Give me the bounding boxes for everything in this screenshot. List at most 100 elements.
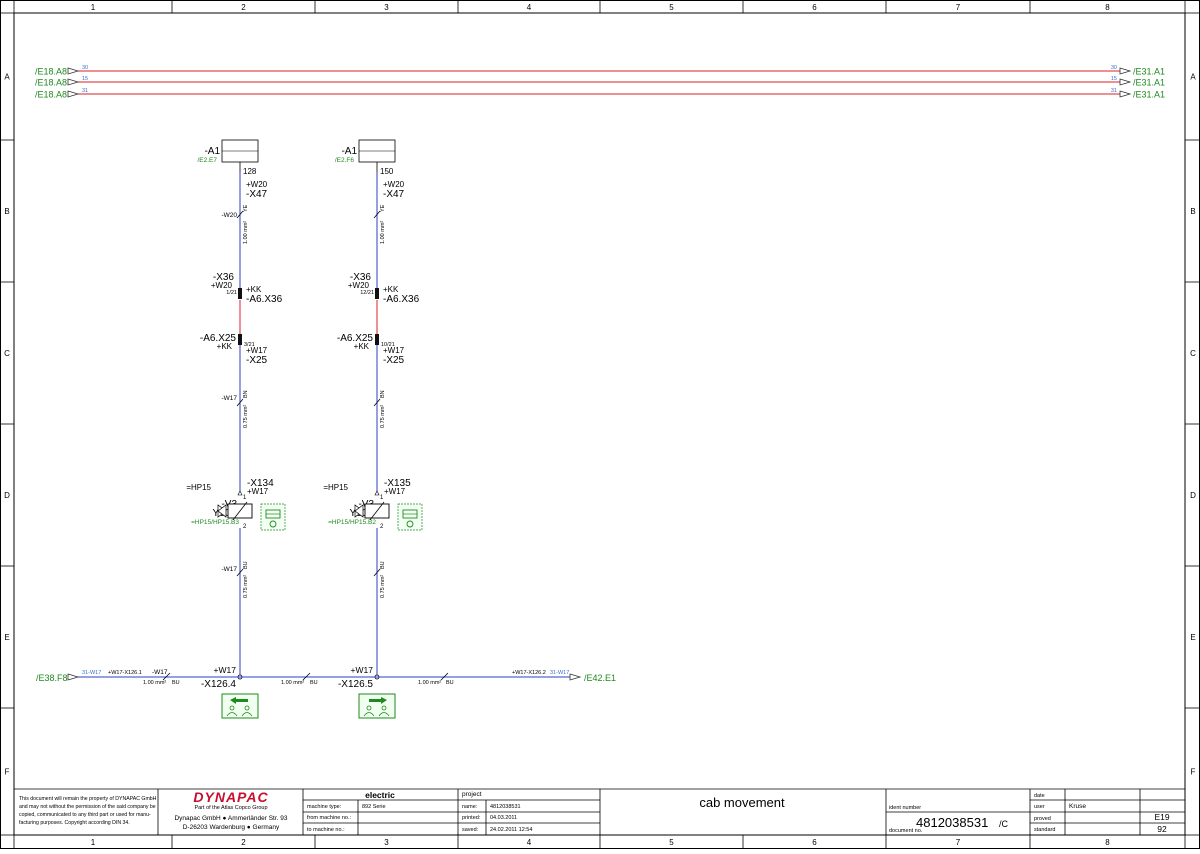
busbar-left-num: 15	[82, 76, 88, 82]
column-number-top: 3	[384, 3, 389, 12]
seg3-color: BU	[446, 680, 454, 686]
bottom-right-num: 31-W17	[550, 670, 569, 676]
circuit-branch: -A1/E2.F6150+W20-X47YE1.00 mm²-X36+W2012…	[323, 139, 423, 719]
valve-connector-location: +W17	[384, 487, 406, 496]
x36-pin: 12/21	[360, 290, 374, 296]
bottom-left-num: 31-W17	[82, 670, 101, 676]
x36-location: +W20	[211, 281, 233, 290]
seg2-color: BU	[310, 680, 318, 686]
module-ref[interactable]: /E2.E7	[197, 157, 217, 164]
saved-value: 24.02.2011 12:54	[490, 827, 532, 833]
logo-subtitle: Part of the Atlas Copco Group	[194, 805, 267, 811]
row-letter-left: E	[4, 633, 9, 642]
disclaimer-line-4: facturing purposes. Copyright according …	[19, 820, 130, 826]
arrow-connector-icon	[1119, 78, 1131, 86]
printed-label: printed:	[462, 815, 481, 821]
hydraulic-valve-symbol-icon[interactable]	[397, 503, 423, 531]
module-pin: 128	[243, 167, 257, 176]
column-number-bottom: 7	[956, 838, 961, 847]
wire-top-size: 1.00 mm²	[243, 221, 249, 244]
seat-move-right-icon[interactable]	[358, 693, 396, 719]
column-number-bottom: 1	[91, 838, 96, 847]
busbar-left-ref[interactable]: /E18.A8	[35, 78, 67, 88]
control-module-box[interactable]	[358, 139, 396, 163]
valve-ref[interactable]: =HP15/HP15.B2	[328, 519, 376, 526]
arrow-connector-icon	[67, 673, 79, 681]
proved-label: proved	[1034, 816, 1051, 822]
sheet-code: E19	[1154, 812, 1169, 822]
drawing-frame	[0, 0, 1200, 849]
seat-move-left-icon[interactable]	[221, 693, 259, 719]
wire-low-size: 0.75 mm²	[243, 575, 249, 598]
hp-label: =HP15	[323, 483, 348, 492]
machine-type-value: 892 Serie	[362, 804, 386, 810]
junction-name: -X126.5	[338, 679, 373, 690]
bottom-left-conn: +W17-X126.1	[108, 670, 142, 676]
arrow-connector-icon	[1119, 90, 1131, 98]
column-number-top: 6	[812, 3, 817, 12]
bottom-right-ref[interactable]: /E42.E1	[584, 673, 616, 683]
row-grid: A A B B C C D D E E F F	[0, 12, 1200, 836]
bottom-left-ref[interactable]: /E38.F8	[36, 673, 68, 683]
column-number-top: 2	[241, 3, 246, 12]
x36-location: +W20	[348, 281, 370, 290]
busbar-left-num: 31	[82, 88, 88, 94]
x36-kk: +KK	[246, 285, 262, 294]
user-value: Kruse	[1069, 803, 1086, 810]
junction-name: -X126.4	[201, 679, 236, 690]
busbar-left-ref[interactable]: /E18.A8	[35, 90, 67, 100]
control-module-box[interactable]	[221, 139, 259, 163]
bottom-left-wire-id: -W17	[152, 669, 168, 676]
wire-top-size: 1.00 mm²	[380, 221, 386, 244]
wire-top-id: -W20	[221, 212, 237, 219]
standard-label: standard	[1034, 827, 1055, 833]
column-number-top: 5	[669, 3, 674, 12]
seg3-size: 1.00 mm²	[418, 680, 441, 686]
x25-location: +W17	[246, 346, 268, 355]
module-pin: 150	[380, 167, 394, 176]
seg1-color: BU	[172, 680, 180, 686]
to-machine-label: to machine no.:	[307, 827, 345, 833]
column-number-bottom: 5	[669, 838, 674, 847]
column-number-bottom: 2	[241, 838, 246, 847]
busbar-right-ref[interactable]: /E31.A1	[1133, 90, 1165, 100]
wire-mid-color: BN	[243, 390, 249, 398]
busbar-line: /E18.A8 15 15/E31.A1	[35, 76, 1165, 88]
row-letter-right: C	[1190, 349, 1196, 358]
valve-ref[interactable]: =HP15/HP15.B3	[191, 519, 239, 526]
arrow-connector-icon	[67, 67, 79, 75]
seg2-size: 1.00 mm²	[281, 680, 304, 686]
arrow-connector-icon	[1119, 67, 1131, 75]
from-machine-label: from machine no.:	[307, 815, 351, 821]
arrow-connector-icon	[67, 78, 79, 86]
connector-terminal-icon	[238, 334, 242, 345]
row-letter-left: F	[5, 768, 10, 777]
row-letter-left: B	[4, 207, 9, 216]
dynapac-logo: DYNAPAC	[193, 789, 268, 805]
name-value: 4812038531	[490, 804, 521, 810]
busbar-left-num: 30	[82, 65, 88, 71]
saved-label: saved:	[462, 827, 479, 833]
busbar-left-ref[interactable]: /E18.A8	[35, 67, 67, 77]
valve-connector-location: +W17	[247, 487, 269, 496]
bottom-wire: /E38.F8 31-W17 +W17-X126.1 -W17 1.00 mm²…	[36, 669, 616, 686]
name-label: name:	[462, 804, 478, 810]
module-ref[interactable]: /E2.F6	[335, 157, 355, 164]
row-letter-right: B	[1190, 207, 1195, 216]
document-number: 4812038531	[916, 815, 988, 830]
wire-low-id: -W17	[221, 566, 237, 573]
column-number-bottom: 6	[812, 838, 817, 847]
busbar-right-ref[interactable]: /E31.A1	[1133, 67, 1165, 77]
x47-connector: -X47	[246, 189, 268, 200]
column-number-top: 1	[91, 3, 96, 12]
x25-kk: +KK	[354, 342, 370, 351]
company-line-1: Dynapac GmbH ● Ammerländer Str. 93	[174, 815, 287, 822]
row-letter-left: C	[4, 349, 10, 358]
busbar-right-ref[interactable]: /E31.A1	[1133, 78, 1165, 88]
column-number-top: 7	[956, 3, 961, 12]
x36-dest: -A6.X36	[383, 294, 420, 305]
column-number-bottom: 3	[384, 838, 389, 847]
arrow-connector-icon	[67, 90, 79, 98]
row-letter-left: A	[4, 73, 10, 82]
hydraulic-valve-symbol-icon[interactable]	[260, 503, 286, 531]
